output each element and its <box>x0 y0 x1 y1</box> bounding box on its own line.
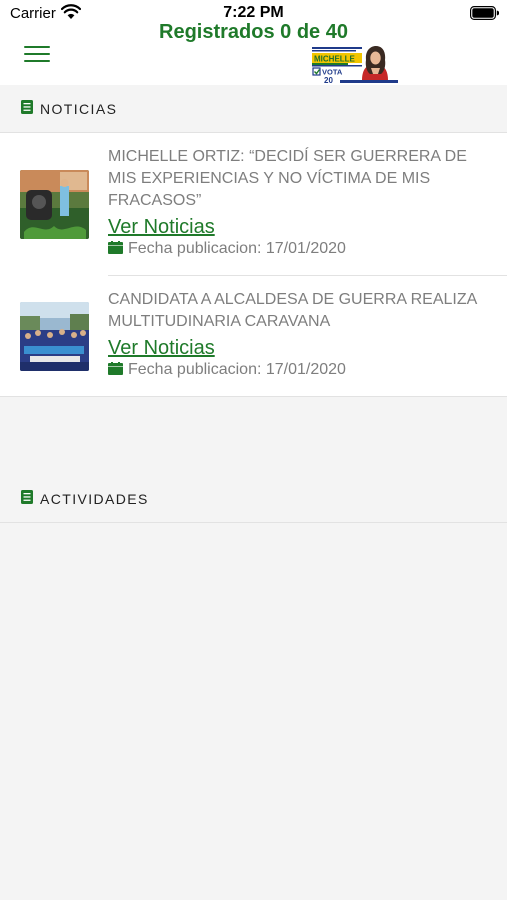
publication-date: Fecha publicacion: 17/01/2020 <box>108 361 346 379</box>
book-icon <box>21 490 33 504</box>
battery-icon <box>470 6 499 20</box>
registration-counter-title: Registrados 0 de 40 <box>159 21 348 43</box>
app-header: Registrados 0 de 40 MICHELLE VOTA 20 <box>0 20 507 86</box>
news-section-header: NOTICIAS <box>0 85 507 133</box>
calendar-icon <box>108 362 123 375</box>
view-news-link[interactable]: Ver Noticias <box>108 337 215 360</box>
news-thumbnail[interactable] <box>20 302 89 371</box>
activities-section-header: ACTIVIDADES <box>0 475 507 523</box>
view-news-link[interactable]: Ver Noticias <box>108 216 215 239</box>
publication-date: Fecha publicacion: 17/01/2020 <box>108 240 346 258</box>
divider <box>108 275 507 276</box>
news-list: MICHELLE ORTIZ: “DECIDÍ SER GUERRERA DE … <box>0 133 507 397</box>
book-icon <box>21 100 33 114</box>
logo-name-text: MICHELLE <box>314 55 356 64</box>
news-title: CANDIDATA A ALCALDESA DE GUERRA REALIZA … <box>108 291 477 330</box>
news-thumbnail[interactable] <box>20 170 89 239</box>
activities-section-label: ACTIVIDADES <box>40 491 149 507</box>
news-section-label: NOTICIAS <box>40 101 118 117</box>
campaign-logo: MICHELLE VOTA 20 <box>310 44 400 84</box>
news-title: MICHELLE ORTIZ: “DECIDÍ SER GUERRERA DE … <box>108 148 467 209</box>
publication-date-text: Fecha publicacion: 17/01/2020 <box>128 361 346 378</box>
calendar-icon <box>108 241 123 254</box>
menu-button[interactable] <box>24 44 52 64</box>
logo-number-text: 20 <box>324 76 333 84</box>
hamburger-menu-icon <box>24 46 50 48</box>
publication-date-text: Fecha publicacion: 17/01/2020 <box>128 240 346 257</box>
